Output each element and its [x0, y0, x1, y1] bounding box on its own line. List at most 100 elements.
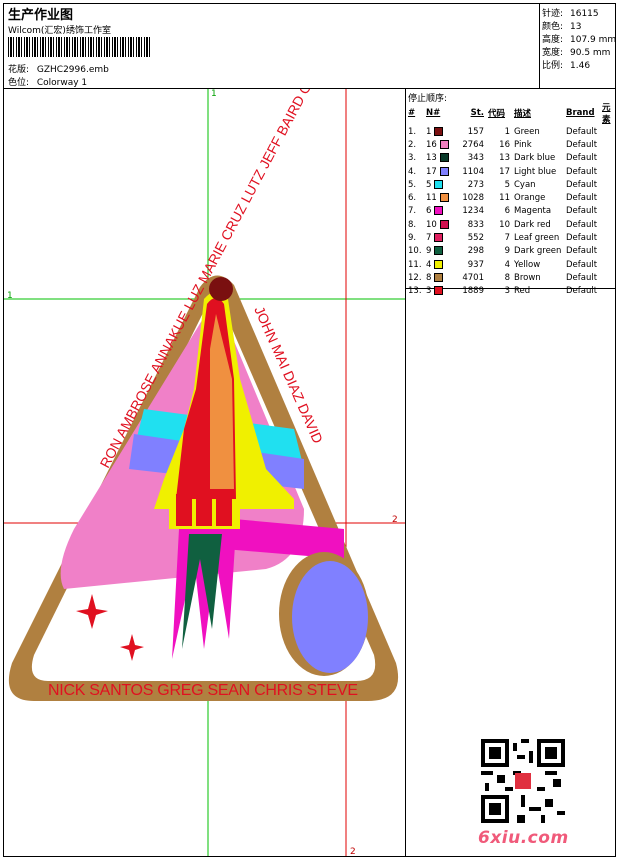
row-brand: Default: [566, 206, 598, 217]
row-stitches: 1234: [462, 206, 484, 217]
needle-number: 10: [426, 219, 437, 230]
color-swatch: [434, 126, 444, 136]
barcode: [8, 37, 152, 57]
row-code: 6: [504, 206, 510, 217]
table-row: 11. 4 937 4 Yellow Default: [406, 258, 620, 271]
needle-number: 3: [426, 286, 432, 297]
row-stitches: 552: [467, 233, 484, 244]
needle-number: 9: [426, 246, 432, 257]
patch-artwork: RON AMBROSE ANNAKUE LUZ MARIE CRUZ LUTZ …: [8, 89, 399, 701]
stat-colors: 颜色: 13: [542, 19, 581, 32]
row-code: 13: [499, 153, 510, 164]
table-header-row: # N# St. 代码 描述 Brand 元素: [406, 101, 620, 125]
row-needle: 6: [424, 205, 452, 218]
row-code: 9: [504, 246, 510, 257]
row-needle: 8: [424, 271, 452, 284]
color-swatch: [434, 259, 444, 269]
stat-height: 高度: 107.9 mm: [542, 32, 616, 45]
row-description: Red: [514, 286, 531, 297]
row-stitches: 1104: [462, 166, 484, 177]
guide-label-v2: 2: [350, 847, 356, 857]
planet: [292, 561, 368, 673]
needle-number: 6: [426, 206, 432, 217]
row-index: 1.: [408, 126, 417, 137]
row-needle: 9: [424, 245, 452, 258]
stat-value: 90.5 mm: [570, 48, 611, 58]
row-element: [600, 125, 620, 138]
row-needle: 4: [424, 258, 452, 271]
row-code: 16: [499, 139, 510, 150]
col-brand: Brand: [566, 108, 595, 118]
row-description: Brown: [514, 272, 541, 283]
row-index: 4.: [408, 166, 417, 177]
stat-label: 比例:: [542, 61, 564, 71]
row-stitches: 157: [467, 126, 484, 137]
table-row: 4. 17 1104 17 Light blue Default: [406, 165, 620, 178]
table-row: 1. 1 157 1 Green Default: [406, 125, 620, 138]
row-needle: 3: [424, 285, 452, 298]
row-description: Dark blue: [514, 153, 556, 164]
row-brand: Default: [566, 233, 598, 244]
row-brand: Default: [566, 219, 598, 230]
row-description: Green: [514, 126, 540, 137]
needle-number: 7: [426, 233, 432, 244]
qr-code: [481, 739, 565, 823]
engine-right: [216, 494, 232, 526]
row-index: 13.: [408, 286, 422, 297]
needle-number: 1: [426, 126, 432, 137]
row-description: Yellow: [514, 259, 541, 270]
row-needle: 1: [424, 125, 452, 138]
color-swatch: [434, 286, 444, 296]
needle-number: 13: [426, 153, 437, 164]
colorway-value: Colorway 1: [36, 78, 88, 88]
color-swatch: [434, 272, 444, 282]
design-canvas: RON AMBROSE ANNAKUE LUZ MARIE CRUZ LUTZ …: [4, 89, 405, 856]
row-stitches: 937: [467, 259, 484, 270]
row-brand: Default: [566, 193, 598, 204]
stat-value: 13: [570, 22, 582, 32]
row-element: [600, 178, 620, 191]
row-element: [600, 138, 620, 151]
design-row: 花版: GZHC2996.emb: [8, 62, 109, 75]
color-sequence-table: # N# St. 代码 描述 Brand 元素 1. 1 157 1 Green Def…: [406, 101, 620, 298]
company-name: Wilcom(汇宏)绣饰工作室: [8, 26, 111, 36]
stat-label: 颜色:: [542, 22, 564, 32]
col-needle: N#: [426, 108, 441, 118]
row-code: 7: [504, 233, 510, 244]
color-swatch: [439, 219, 449, 229]
row-description: Magenta: [514, 206, 552, 217]
stat-width: 宽度: 90.5 mm: [542, 45, 610, 58]
stat-value: 107.9 mm: [570, 35, 617, 45]
row-description: Pink: [514, 139, 532, 150]
col-element: 元素: [602, 103, 611, 125]
color-swatch: [439, 193, 449, 203]
row-stitches: 2764: [462, 139, 484, 150]
row-element: [600, 165, 620, 178]
row-code: 10: [499, 219, 510, 230]
row-brand: Default: [566, 153, 598, 164]
colorway-label: 色位:: [8, 78, 30, 88]
color-swatch: [434, 179, 444, 189]
row-index: 6.: [408, 193, 417, 204]
page-title: 生产作业图: [8, 8, 74, 23]
needle-number: 11: [426, 193, 437, 204]
table-row: 6. 11 1028 11 Orange Default: [406, 191, 620, 204]
engine-left: [176, 494, 192, 526]
site-watermark: 6xiu.com: [478, 828, 569, 848]
row-brand: Default: [566, 126, 598, 137]
row-index: 8.: [408, 219, 417, 230]
engine-center: [196, 494, 212, 526]
row-element: [600, 152, 620, 165]
row-brand: Default: [566, 166, 598, 177]
row-index: 10.: [408, 246, 422, 257]
row-element: [600, 218, 620, 231]
row-needle: 11: [424, 191, 452, 204]
row-brand: Default: [566, 139, 598, 150]
row-index: 9.: [408, 233, 417, 244]
row-index: 2.: [408, 139, 417, 150]
row-index: 7.: [408, 206, 417, 217]
row-description: Dark green: [514, 246, 562, 257]
stat-value: 16115: [570, 9, 599, 19]
color-swatch: [434, 246, 444, 256]
needle-number: 4: [426, 259, 432, 270]
